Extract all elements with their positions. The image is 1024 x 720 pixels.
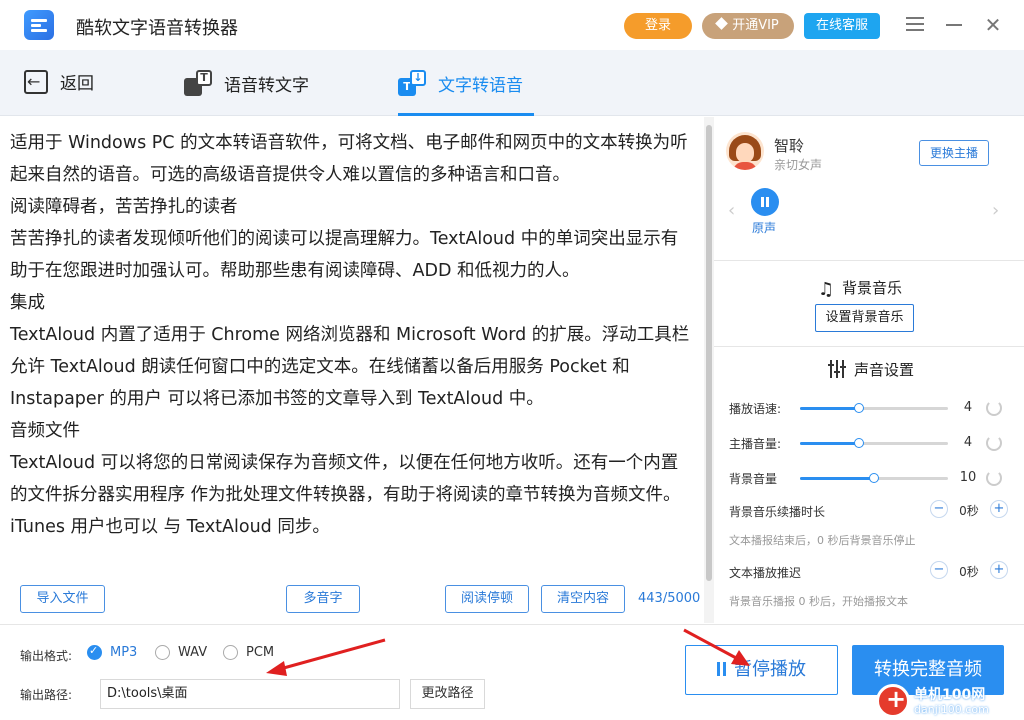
minimize-icon[interactable]: [946, 24, 962, 26]
text-delay-increase-button[interactable]: +: [990, 561, 1008, 579]
radio-wav[interactable]: [155, 645, 170, 660]
editor-paragraph: 集成: [10, 293, 45, 313]
change-voice-button[interactable]: 更换主播: [919, 140, 989, 166]
output-format-label: 输出格式:: [20, 649, 73, 663]
watermark-site: 单机100网: [914, 687, 986, 703]
output-path-input[interactable]: D:\tools\桌面: [100, 679, 400, 709]
editor-paragraph: 音频文件: [10, 421, 80, 441]
tab-speech-to-text-label: 语音转文字: [224, 76, 309, 96]
text-delay-label: 文本播放推迟: [729, 566, 802, 580]
read-pause-button[interactable]: 阅读停顿: [445, 585, 529, 613]
anchor-volume-label: 主播音量:: [729, 437, 782, 451]
pause-playback-button[interactable]: 暂停播放: [685, 645, 838, 695]
text-delay-hint: 背景音乐播报 0 秒后，开始播报文本: [729, 595, 908, 608]
polyphone-button[interactable]: 多音字: [286, 585, 360, 613]
slider-knob[interactable]: [869, 473, 879, 483]
music-note-icon: ♫: [818, 279, 835, 300]
editor-paragraph: TextAloud 可以将您的日常阅读保存为音频文件，以便在任何地方收听。还有一…: [10, 453, 681, 537]
nav-bar: 返回 T 语音转文字 T↓ 文字转语音: [0, 50, 1024, 116]
reset-icon[interactable]: [986, 470, 1002, 486]
divider: [714, 346, 1024, 347]
bgm-title: ♫ 背景音乐: [818, 277, 902, 300]
sound-settings-title: 声音设置: [828, 359, 914, 380]
speed-value: 4: [963, 400, 973, 415]
bgm-duration-hint: 文本播报结束后，0 秒后背景音乐停止: [729, 534, 916, 547]
voice-description: 亲切女声: [774, 158, 823, 172]
pause-icon[interactable]: [751, 188, 779, 216]
app-title: 酷软文字语音转换器: [76, 18, 238, 39]
back-label: 返回: [60, 74, 94, 94]
editor-paragraph: 苦苦挣扎的读者发现倾听他们的阅读可以提高理解力。TextAloud 中的单词突出…: [10, 229, 679, 281]
anchor-volume-value: 4: [963, 435, 973, 450]
format-wav-label: WAV: [178, 645, 208, 660]
back-arrow-icon: [24, 69, 48, 95]
bgm-volume-slider[interactable]: [800, 473, 948, 483]
import-file-button[interactable]: 导入文件: [20, 585, 105, 613]
watermark-url: danji100.com: [914, 703, 989, 716]
chevron-right-icon[interactable]: ›: [992, 200, 999, 221]
sound-settings-label: 声音设置: [854, 361, 915, 379]
editor-paragraph: 适用于 Windows PC 的文本转语音软件，可将文档、电子邮件和网页中的文本…: [10, 133, 688, 185]
format-mp3-label: MP3: [110, 645, 138, 660]
pause-playback-label: 暂停播放: [734, 659, 806, 680]
app-logo-icon: [24, 10, 54, 40]
title-bar: 酷软文字语音转换器 登录 开通VIP 在线客服 ✕: [0, 0, 1024, 50]
reset-icon[interactable]: [986, 400, 1002, 416]
clear-content-button[interactable]: 清空内容: [541, 585, 625, 613]
bgm-duration-value: 0秒: [959, 504, 979, 518]
voice-avatar: [726, 132, 764, 170]
text-delay-decrease-button[interactable]: −: [930, 561, 948, 579]
speech-to-text-icon: T: [184, 70, 214, 98]
tab-text-to-speech-label: 文字转语音: [438, 76, 523, 96]
reset-icon[interactable]: [986, 435, 1002, 451]
scrollbar-thumb[interactable]: [706, 125, 712, 581]
bgm-volume-label: 背景音量: [729, 472, 778, 486]
editor-paragraph: 阅读障碍者，苦苦挣扎的读者: [10, 197, 238, 217]
editor-scrollbar[interactable]: [704, 117, 714, 623]
radio-pcm[interactable]: [223, 645, 238, 660]
sliders-icon: [828, 360, 846, 378]
divider: [714, 260, 1024, 261]
set-bgm-button[interactable]: 设置背景音乐: [815, 304, 914, 332]
output-path-label: 输出路径:: [20, 688, 73, 702]
back-button[interactable]: 返回: [24, 69, 94, 96]
text-to-speech-icon: T ↓: [398, 70, 428, 98]
change-path-button[interactable]: 更改路径: [410, 679, 485, 709]
anchor-volume-slider[interactable]: [800, 438, 948, 448]
menu-icon[interactable]: [906, 17, 924, 31]
vip-button[interactable]: 开通VIP: [702, 13, 794, 39]
tab-speech-to-text[interactable]: T 语音转文字: [184, 70, 309, 96]
voice-name: 智聆: [774, 137, 805, 155]
bgm-duration-label: 背景音乐续播时长: [729, 505, 826, 519]
close-icon[interactable]: ✕: [984, 15, 1002, 35]
online-service-button[interactable]: 在线客服: [804, 13, 880, 39]
char-counter: 443/5000: [638, 591, 701, 606]
vip-label: 开通VIP: [732, 18, 779, 33]
radio-mp3[interactable]: [87, 644, 102, 660]
chevron-left-icon[interactable]: ‹: [728, 200, 735, 221]
watermark-logo-icon: [876, 684, 910, 718]
text-delay-value: 0秒: [959, 565, 979, 579]
voice-sample-label: 原声: [752, 221, 777, 235]
active-tab-indicator: [398, 113, 534, 116]
text-editor[interactable]: 适用于 Windows PC 的文本转语音软件，可将文档、电子邮件和网页中的文本…: [0, 117, 704, 573]
format-pcm-label: PCM: [246, 645, 275, 660]
speed-label: 播放语速:: [729, 402, 782, 416]
speed-slider[interactable]: [800, 403, 948, 413]
bgm-volume-value: 10: [959, 470, 977, 485]
bgm-duration-increase-button[interactable]: +: [990, 500, 1008, 518]
login-button[interactable]: 登录: [624, 13, 692, 39]
tab-text-to-speech[interactable]: T ↓ 文字转语音: [398, 70, 523, 96]
editor-paragraph: TextAloud 内置了适用于 Chrome 网络浏览器和 Microsoft…: [10, 325, 690, 409]
diamond-icon: [715, 17, 729, 30]
bgm-duration-decrease-button[interactable]: −: [930, 500, 948, 518]
bgm-title-label: 背景音乐: [842, 279, 903, 297]
